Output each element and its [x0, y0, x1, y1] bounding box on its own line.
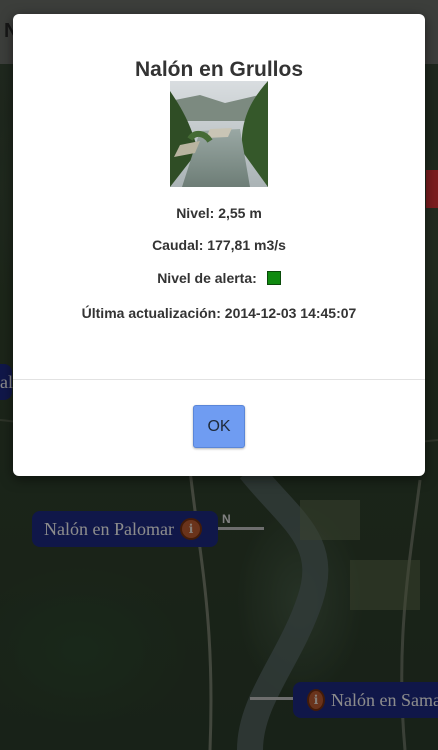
alert-level-label: Nivel de alerta: [157, 270, 257, 286]
alert-status-square [266, 271, 281, 285]
station-photo [170, 81, 268, 187]
caudal-text: Caudal: 177,81 m3/s [152, 237, 286, 253]
alert-level-row: Nivel de alerta: [13, 270, 425, 286]
last-update-text: Última actualización: 2014-12-03 14:45:0… [81, 305, 357, 321]
nivel-text: Nivel: 2,55 m [176, 205, 262, 221]
dialog-title: Nalón en Grullos [134, 58, 304, 81]
dialog-divider [13, 379, 425, 380]
ok-button[interactable]: OK [193, 405, 245, 448]
station-info-dialog: Nalón en Grullos Nivel: 2,55 m Caudal: 1… [13, 14, 425, 476]
